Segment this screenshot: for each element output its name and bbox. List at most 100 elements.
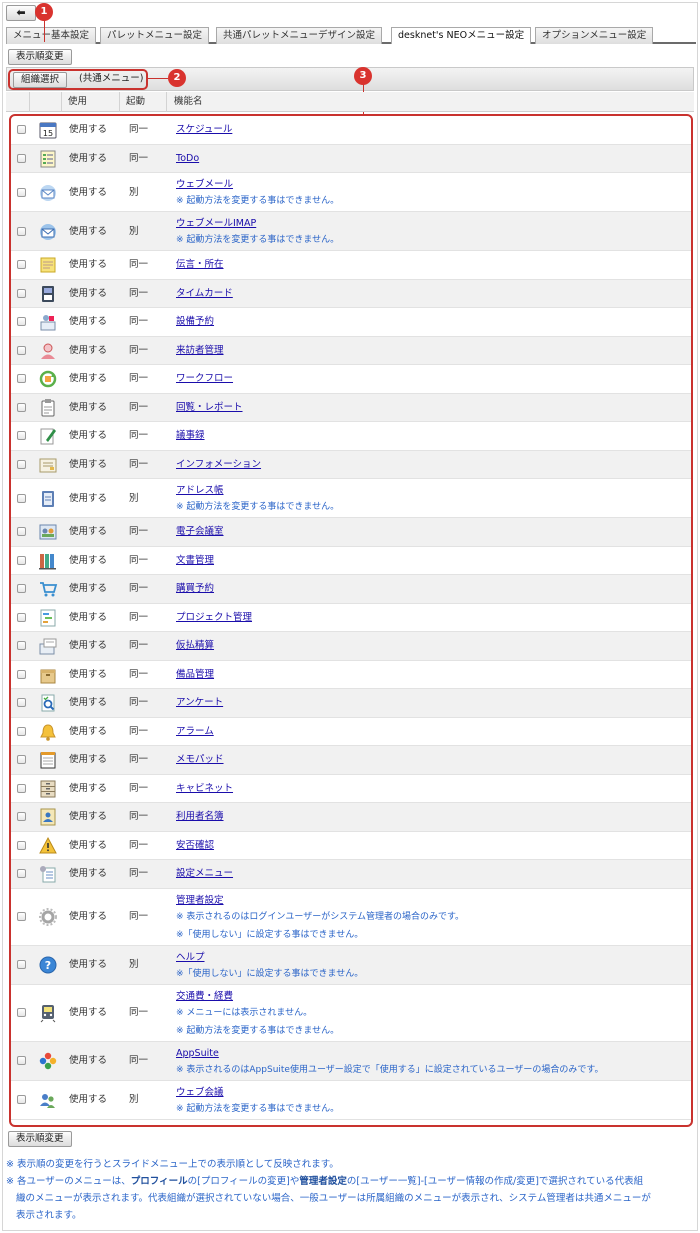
row-checkbox[interactable]: [17, 755, 26, 765]
order-change-button-top[interactable]: 表示順変更: [8, 49, 72, 65]
row-function-link[interactable]: ヘルプ: [176, 952, 205, 964]
row-checkbox[interactable]: [17, 187, 26, 197]
row-checkbox[interactable]: [17, 1056, 26, 1065]
row-function-link[interactable]: AppSuite: [176, 1048, 219, 1060]
row-function-link[interactable]: ToDo: [176, 153, 199, 165]
row-checkbox[interactable]: [17, 153, 26, 163]
row-checkbox[interactable]: [17, 1095, 26, 1104]
tab-common-palette-design[interactable]: 共通パレットメニューデザイン設定: [216, 27, 383, 44]
table-row: 使用する 同一 タイムカード: [11, 279, 691, 308]
row-function-link[interactable]: ワークフロー: [176, 373, 233, 385]
row-checkbox[interactable]: [17, 125, 26, 135]
row-function-link[interactable]: 購買予約: [176, 583, 214, 595]
row-checkbox[interactable]: [17, 345, 26, 355]
minutes-icon: [38, 426, 58, 446]
row-function-link[interactable]: 仮払精算: [176, 640, 214, 652]
row-checkbox[interactable]: [17, 527, 26, 537]
row-launch-value: 同一: [129, 725, 149, 737]
row-function-link[interactable]: ウェブメール: [176, 179, 233, 191]
row-checkbox[interactable]: [17, 555, 26, 565]
row-checkbox[interactable]: [17, 1008, 26, 1017]
row-checkbox[interactable]: [17, 584, 26, 594]
row-checkbox[interactable]: [17, 317, 26, 327]
row-function-link[interactable]: 文書管理: [176, 555, 214, 567]
help-icon: ?: [38, 955, 58, 975]
header-separator: [166, 92, 167, 112]
row-function-link[interactable]: 回覧・レポート: [176, 402, 243, 414]
row-checkbox[interactable]: [17, 431, 26, 441]
row-checkbox[interactable]: [17, 226, 26, 236]
row-function-link[interactable]: キャビネット: [176, 783, 233, 795]
row-function-link[interactable]: タイムカード: [176, 288, 233, 300]
back-button[interactable]: ⬅: [6, 5, 36, 21]
row-checkbox[interactable]: [17, 960, 26, 969]
row-checkbox[interactable]: [17, 698, 26, 708]
settings-menu-icon: [38, 864, 58, 884]
row-function-link[interactable]: アドレス帳: [176, 485, 224, 497]
tab-menu-basic[interactable]: メニュー基本設定: [6, 27, 97, 44]
row-function-link[interactable]: ウェブメールIMAP: [176, 218, 256, 230]
row-checkbox[interactable]: [17, 812, 26, 822]
row-function-link[interactable]: ウェブ会議: [176, 1087, 224, 1099]
appsuite-icon: [38, 1051, 58, 1071]
header-separator: [119, 92, 120, 112]
row-use-value: 使用する: [69, 259, 108, 271]
row-function-link[interactable]: 管理者設定: [176, 895, 224, 907]
train-icon: [38, 1003, 58, 1023]
row-function-link[interactable]: アンケート: [176, 697, 223, 709]
table-row: 使用する 別 アドレス帳 ※ 起動方法を変更する事はできません。: [11, 479, 691, 518]
row-checkbox[interactable]: [17, 612, 26, 622]
row-function-link[interactable]: インフォメーション: [176, 459, 261, 471]
row-checkbox[interactable]: [17, 402, 26, 412]
row-function-link[interactable]: 設備予約: [176, 316, 214, 328]
row-checkbox[interactable]: [17, 669, 26, 679]
row-checkbox[interactable]: [17, 493, 26, 503]
row-launch-value: 別: [129, 225, 139, 237]
table-row: 使用する 同一 備品管理: [11, 661, 691, 689]
row-function-link[interactable]: 来訪者管理: [176, 345, 224, 357]
row-function-link[interactable]: 交通費・経費: [176, 991, 233, 1003]
row-use-value: 使用する: [69, 124, 108, 136]
row-function-link[interactable]: 利用者名簿: [176, 811, 224, 823]
row-checkbox[interactable]: [17, 641, 26, 651]
row-checkbox[interactable]: [17, 374, 26, 384]
row-checkbox[interactable]: [17, 260, 26, 270]
table-row: 使用する 同一 回覧・レポート: [11, 393, 691, 422]
table-row: 使用する 同一 来訪者管理: [11, 336, 691, 365]
row-launch-value: 同一: [129, 287, 149, 299]
row-function-link[interactable]: プロジェクト管理: [176, 612, 252, 624]
row-function-link[interactable]: メモパッド: [176, 754, 224, 766]
row-use-value: 使用する: [69, 754, 108, 766]
row-function-link[interactable]: 備品管理: [176, 669, 214, 681]
row-function-link[interactable]: 電子会議室: [176, 526, 224, 538]
footer-note-text: の[ユーザー一覧]-[ユーザー情報の作成/変更]で選択されている代表組: [346, 1176, 644, 1187]
row-checkbox[interactable]: [17, 726, 26, 736]
row-use-value: 使用する: [69, 316, 108, 328]
table-row: 使用する 同一 文書管理: [11, 547, 691, 575]
table-row: 使用する 同一 AppSuite ※ 表示されるのはAppSuite使用ユーザー設定で…: [11, 1041, 691, 1081]
admin-settings-emphasis: 管理者設定: [299, 1176, 347, 1187]
row-checkbox[interactable]: [17, 869, 26, 879]
row-checkbox[interactable]: [17, 288, 26, 298]
table-row: 使用する 同一 アラーム: [11, 718, 691, 746]
table-row: 使用する 同一 ToDo: [11, 144, 691, 173]
tab-option-menu[interactable]: オプションメニュー設定: [535, 27, 654, 44]
row-function-link[interactable]: 設定メニュー: [176, 868, 233, 880]
row-checkbox[interactable]: [17, 783, 26, 793]
marker-3: 3: [354, 67, 372, 85]
row-function-link[interactable]: スケジュール: [176, 124, 232, 136]
safety-icon: [38, 836, 58, 856]
order-change-button-bottom[interactable]: 表示順変更: [8, 1131, 72, 1147]
marker-2-line: [148, 78, 168, 79]
row-checkbox[interactable]: [17, 912, 26, 921]
table-row: 使用する 同一 伝言・所在: [11, 251, 691, 280]
row-checkbox[interactable]: [17, 840, 26, 850]
row-function-link[interactable]: 伝言・所在: [176, 259, 224, 271]
tab-neo-menu[interactable]: desknet's NEOメニュー設定: [391, 27, 532, 44]
tab-palette-menu[interactable]: パレットメニュー設定: [100, 27, 210, 44]
row-function-link[interactable]: アラーム: [176, 726, 214, 738]
row-checkbox[interactable]: [17, 459, 26, 469]
clipboard-icon: [38, 398, 58, 418]
row-function-link[interactable]: 議事録: [176, 430, 205, 442]
row-function-link[interactable]: 安否確認: [176, 840, 214, 852]
